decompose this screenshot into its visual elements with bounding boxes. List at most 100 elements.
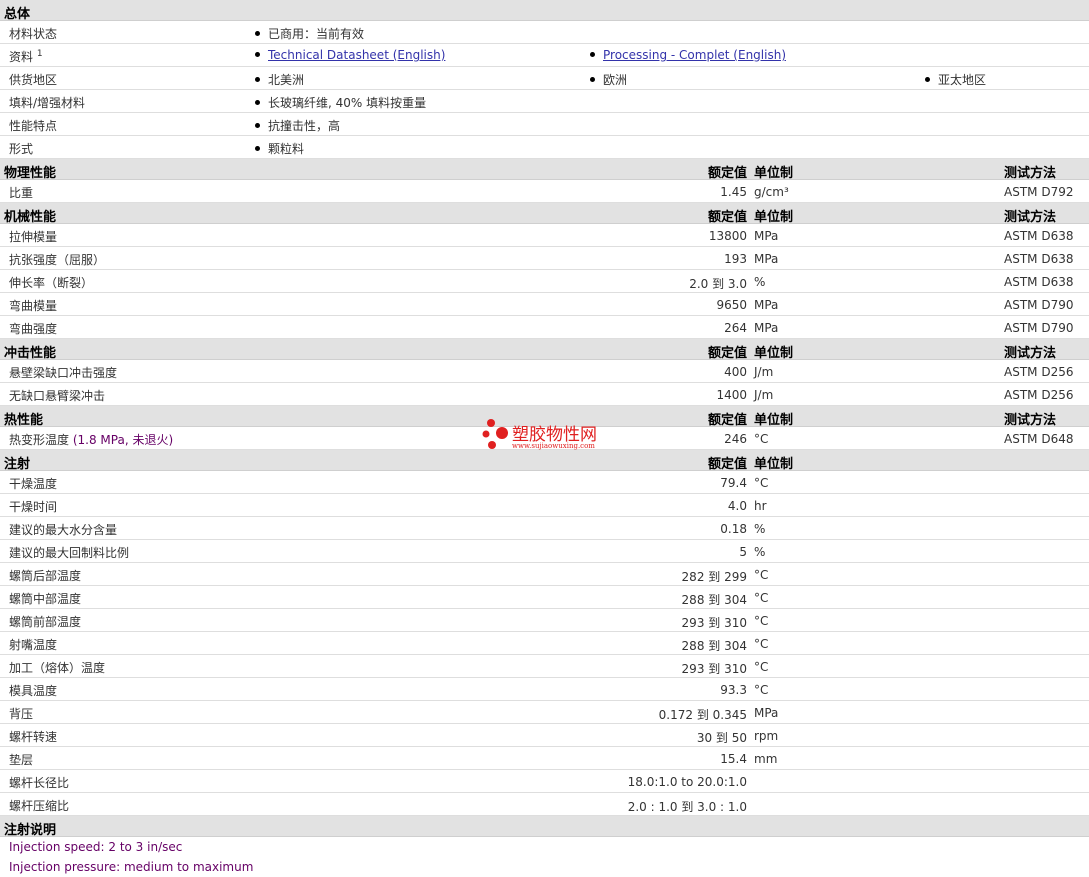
injection-notes: Injection speed: 2 to 3 in/sec Injection…	[0, 837, 1089, 877]
row-unit: %	[754, 545, 766, 559]
row-value: 293 到 310	[681, 662, 747, 676]
table-row: 悬壁梁缺口冲击强度 400 J/m ASTM D256	[0, 360, 1089, 383]
general-row-filler: 填料/增强材料 长玻璃纤维, 40% 填料按重量	[0, 90, 1089, 113]
row-test-method: ASTM D638	[1004, 229, 1074, 243]
row-label: 垫层	[9, 753, 34, 767]
bullet-icon	[255, 31, 260, 36]
row-label: 悬壁梁缺口冲击强度	[9, 366, 118, 380]
row-label: 干燥时间	[9, 500, 58, 514]
table-row: 伸长率（断裂） 2.0 到 3.0 % ASTM D638	[0, 270, 1089, 293]
technical-datasheet-link[interactable]: Technical Datasheet (English)	[268, 48, 445, 62]
row-value: 5	[739, 545, 747, 559]
row-label: 热变形温度 (1.8 MPa, 未退火)	[9, 433, 174, 447]
row-label: 抗张强度（屈服）	[9, 253, 106, 267]
row-value: 4.0	[727, 499, 747, 513]
section-header-physical: 物理性能 额定值 单位制 测试方法	[0, 159, 1089, 181]
row-value: 93.3	[720, 683, 747, 697]
row-unit: MPa	[754, 229, 779, 243]
row-unit: MPa	[754, 298, 779, 312]
bullet-icon	[255, 52, 260, 57]
molecule-icon	[482, 419, 508, 449]
note-line: Injection pressure: medium to maximum	[9, 860, 254, 874]
row-unit: °C	[754, 637, 769, 651]
list-item: 欧洲	[590, 71, 627, 88]
header-unit: 单位制	[754, 413, 794, 428]
row-test-method: ASTM D638	[1004, 275, 1074, 289]
row-label: 材料状态	[9, 27, 58, 41]
row-value: 9650	[716, 298, 747, 312]
row-unit: g/cm³	[754, 185, 789, 199]
row-label: 形式	[9, 142, 34, 156]
row-label: 螺杆长径比	[9, 776, 70, 790]
row-test-method: ASTM D256	[1004, 365, 1074, 379]
row-unit: %	[754, 275, 766, 289]
row-label: 比重	[9, 186, 34, 200]
table-row: 无缺口悬臂梁冲击 1400 J/m ASTM D256	[0, 383, 1089, 406]
row-unit: °C	[754, 591, 769, 605]
row-test-method: ASTM D792	[1004, 185, 1074, 199]
row-unit: MPa	[754, 321, 779, 335]
general-row-status: 材料状态 已商用：当前有效	[0, 21, 1089, 44]
row-label: 射嘴温度	[9, 638, 58, 652]
row-value: 293 到 310	[681, 616, 747, 630]
table-row: 螺杆长径比 18.0:1.0 to 20.0:1.0	[0, 770, 1089, 793]
section-title: 注射	[4, 457, 31, 472]
list-item: 长玻璃纤维, 40% 填料按重量	[255, 94, 426, 111]
section-title: 机械性能	[4, 210, 57, 225]
row-test-method: ASTM D256	[1004, 388, 1074, 402]
bullet-icon	[590, 77, 595, 82]
row-label: 性能特点	[9, 119, 58, 133]
header-unit: 单位制	[754, 457, 794, 472]
list-item: 已商用：当前有效	[255, 25, 364, 42]
header-unit: 单位制	[754, 346, 794, 361]
bullet-icon	[255, 123, 260, 128]
general-row-documents: 资料 1 Technical Datasheet (English) Proce…	[0, 44, 1089, 67]
datasheet-link-item: Technical Datasheet (English)	[255, 48, 445, 62]
row-test-method: ASTM D648	[1004, 432, 1074, 446]
table-row: 螺杆转速 30 到 50 rpm	[0, 724, 1089, 747]
bullet-icon	[255, 100, 260, 105]
header-value: 额定值	[707, 346, 747, 361]
general-row-features: 性能特点 抗撞击性，高	[0, 113, 1089, 136]
row-test-method: ASTM D790	[1004, 321, 1074, 335]
table-row: 弯曲强度 264 MPa ASTM D790	[0, 316, 1089, 339]
section-title: 冲击性能	[4, 346, 57, 361]
table-row: 射嘴温度 288 到 304 °C	[0, 632, 1089, 655]
header-test-method: 测试方法	[1004, 210, 1057, 225]
section-title: 物理性能	[4, 166, 57, 181]
row-label: 资料 1	[9, 49, 43, 64]
header-value: 额定值	[707, 413, 747, 428]
list-item: 颗粒料	[255, 140, 304, 157]
row-label: 供货地区	[9, 73, 58, 87]
bullet-icon	[925, 77, 930, 82]
section-title: 注射说明	[4, 823, 57, 838]
table-row: 背压 0.172 到 0.345 MPa	[0, 701, 1089, 724]
row-value: 288 到 304	[681, 593, 747, 607]
table-row: 弯曲模量 9650 MPa ASTM D790	[0, 293, 1089, 316]
row-label: 背压	[9, 707, 34, 721]
row-test-method: ASTM D790	[1004, 298, 1074, 312]
row-unit: °C	[754, 660, 769, 674]
table-row: 拉伸模量 13800 MPa ASTM D638	[0, 224, 1089, 247]
table-row: 模具温度 93.3 °C	[0, 678, 1089, 701]
row-unit: mm	[754, 752, 778, 766]
row-label: 拉伸模量	[9, 230, 58, 244]
row-label: 螺杆压缩比	[9, 799, 70, 813]
row-value: 288 到 304	[681, 639, 747, 653]
row-value: 264	[724, 321, 747, 335]
row-label: 伸长率（断裂）	[9, 276, 94, 290]
processing-link[interactable]: Processing - Complet (English)	[603, 48, 786, 62]
watermark-url: www.sujiaowuxing.com	[512, 442, 595, 450]
header-unit: 单位制	[754, 210, 794, 225]
list-item: 北美洲	[255, 71, 304, 88]
row-value: 18.0:1.0 to 20.0:1.0	[627, 775, 747, 789]
note-line: Injection speed: 2 to 3 in/sec	[9, 840, 183, 854]
general-row-form: 形式 颗粒料	[0, 136, 1089, 159]
bullet-icon	[255, 146, 260, 151]
injection-rows: 干燥温度 79.4 °C 干燥时间 4.0 hr 建议的最大水分含量 0.18% 建议的最大回制…	[0, 471, 1089, 816]
row-unit: °C	[754, 568, 769, 582]
table-row: 加工（熔体）温度 293 到 310 °C	[0, 655, 1089, 678]
table-row: 建议的最大回制料比例 5%	[0, 540, 1089, 563]
section-header-impact: 冲击性能 额定值 单位制 测试方法	[0, 339, 1089, 361]
section-header-general: 总体	[0, 0, 1089, 22]
